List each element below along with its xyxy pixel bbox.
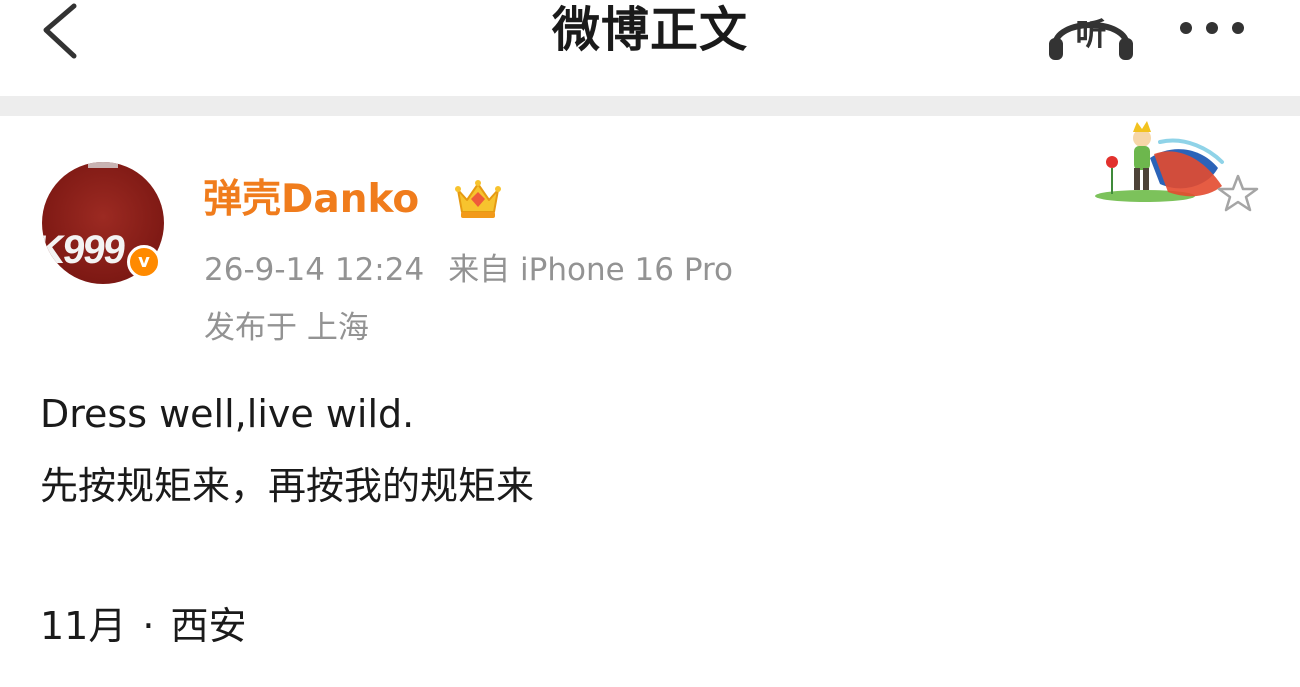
star-icon bbox=[1217, 174, 1259, 212]
more-dot-icon bbox=[1180, 22, 1192, 34]
post-tail-place: 西安 bbox=[170, 604, 247, 648]
listen-button[interactable]: 听 bbox=[1045, 6, 1137, 62]
post-location: 发布于 上海 bbox=[204, 310, 369, 346]
post-text-line: Dress well,live wild. bbox=[40, 392, 415, 436]
verified-check-icon: v bbox=[138, 251, 150, 272]
more-dot-icon bbox=[1206, 22, 1218, 34]
post-text-line: 先按规矩来，再按我的规矩来 bbox=[40, 464, 535, 508]
more-dot-icon bbox=[1232, 22, 1244, 34]
avatar-text: K999 bbox=[42, 228, 126, 272]
post-source: 来自 iPhone 16 Pro bbox=[448, 252, 734, 288]
post-time: 26-9-14 12:24 bbox=[204, 252, 425, 288]
section-divider bbox=[0, 96, 1300, 116]
little-prince-decoration[interactable] bbox=[1090, 116, 1265, 231]
chevron-left-icon bbox=[43, 3, 77, 59]
post-tail-separator: · bbox=[142, 604, 155, 648]
crown-icon bbox=[455, 180, 501, 218]
avatar-mark bbox=[88, 162, 118, 168]
more-button[interactable] bbox=[1172, 10, 1256, 46]
back-button[interactable] bbox=[30, 0, 100, 60]
top-bar: 微博正文 听 bbox=[0, 0, 1300, 96]
listen-label: 听 bbox=[1075, 17, 1107, 53]
verified-badge: v bbox=[127, 245, 161, 279]
post-meta: 26-9-14 12:24 来自 iPhone 16 Pro bbox=[204, 248, 733, 292]
post-tail-date: 11月 bbox=[40, 604, 127, 648]
post-tail: 11月 · 西安 bbox=[40, 600, 246, 652]
author-name[interactable]: 弹壳Danko bbox=[203, 172, 419, 228]
